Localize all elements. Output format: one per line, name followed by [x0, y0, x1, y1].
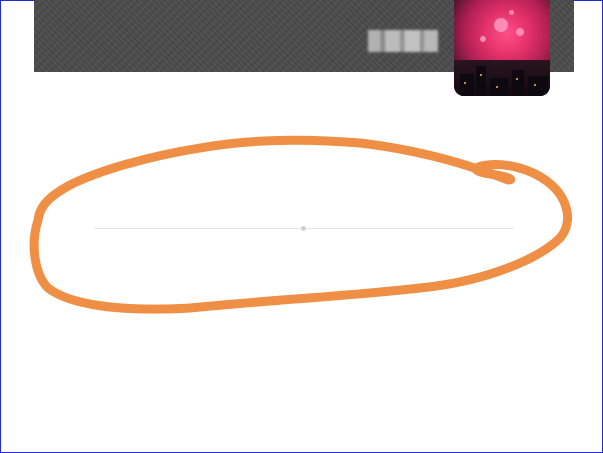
orange-ellipse-annotation: [29, 135, 573, 314]
